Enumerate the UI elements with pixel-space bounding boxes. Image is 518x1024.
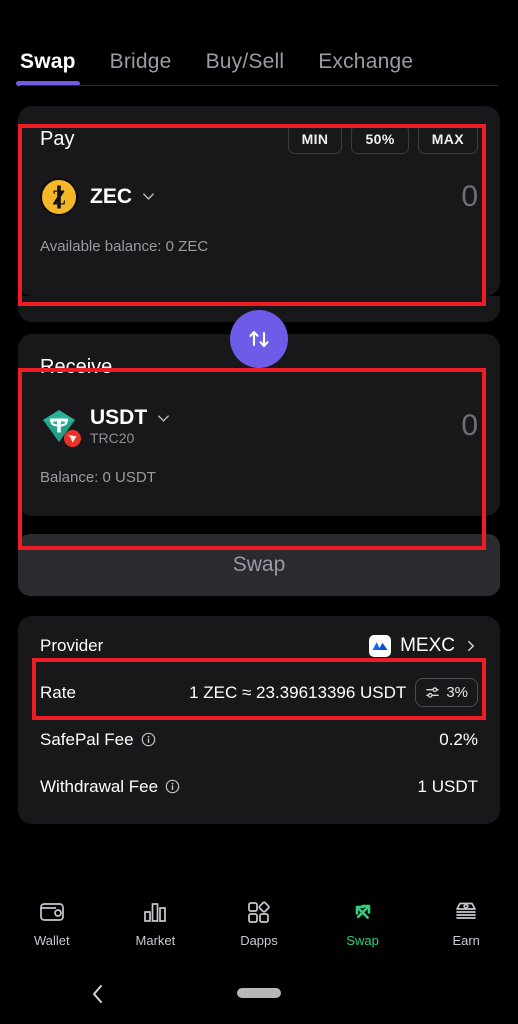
rate-row: Rate 1 ZEC ≈ 23.39613396 USDT 3% bbox=[40, 669, 478, 716]
swap-direction-icon bbox=[249, 330, 269, 348]
pay-card: Pay MIN 50% MAX Z ZEC bbox=[18, 106, 500, 296]
cash-stack-icon bbox=[456, 902, 477, 919]
info-icon[interactable] bbox=[141, 732, 156, 747]
bottom-navigation-bar: Wallet Market Dapps Swap Earn bbox=[0, 884, 518, 960]
nav-label-market: Market bbox=[135, 932, 176, 948]
tab-buy-sell-label: Buy/Sell bbox=[205, 50, 285, 73]
preset-min-button[interactable]: MIN bbox=[287, 124, 343, 154]
nav-label-dapps: Dapps bbox=[240, 932, 278, 948]
safepal-fee-label: SafePal Fee bbox=[40, 729, 134, 749]
top-tab-bar: Swap Bridge Buy/Sell Exchange bbox=[0, 0, 518, 86]
swap-direction-button[interactable] bbox=[230, 310, 288, 368]
safepal-fee-row: SafePal Fee 0.2% bbox=[40, 716, 478, 763]
usdt-tether-icon bbox=[40, 407, 81, 448]
pay-amount-presets: MIN 50% MAX bbox=[287, 124, 478, 154]
grid-shapes-icon bbox=[248, 900, 270, 923]
pay-available-balance: Available balance: 0 ZEC bbox=[40, 238, 209, 255]
receive-asset-symbol: USDT bbox=[90, 406, 148, 429]
details-card: Provider MEXC Rate 1 ZEC ≈ 23.39613396 U… bbox=[18, 616, 500, 824]
nav-item-market[interactable]: Market bbox=[109, 897, 201, 948]
nav-item-dapps[interactable]: Dapps bbox=[213, 897, 305, 948]
chevron-down-icon bbox=[143, 193, 154, 201]
receive-amount-input[interactable]: 0 bbox=[461, 409, 478, 443]
provider-value-wrap: MEXC bbox=[369, 634, 478, 657]
receive-symbol-wrap: USDT bbox=[90, 406, 171, 430]
tab-divider bbox=[20, 85, 498, 86]
slippage-setting-button[interactable]: 3% bbox=[415, 678, 478, 707]
withdrawal-fee-label: Withdrawal Fee bbox=[40, 776, 159, 796]
withdrawal-fee-label-wrap: Withdrawal Fee bbox=[40, 777, 180, 797]
nav-item-earn[interactable]: Earn bbox=[420, 897, 512, 948]
receive-title: Receive bbox=[40, 355, 113, 378]
app-screen: Swap Bridge Buy/Sell Exchange Pay MIN 50… bbox=[0, 0, 518, 1024]
slippage-value: 3% bbox=[446, 684, 468, 701]
tab-swap-label: Swap bbox=[20, 50, 76, 73]
pay-asset-selector[interactable]: Z ZEC bbox=[40, 178, 156, 216]
tab-bridge-label: Bridge bbox=[109, 50, 172, 73]
safepal-fee-label-wrap: SafePal Fee bbox=[40, 730, 156, 750]
info-icon[interactable] bbox=[165, 779, 180, 794]
receive-asset-meta: USDT TRC20 bbox=[90, 406, 171, 447]
provider-value: MEXC bbox=[400, 634, 455, 656]
pay-asset-row: Z ZEC 0 bbox=[40, 178, 478, 216]
rate-value-wrap: 1 ZEC ≈ 23.39613396 USDT 3% bbox=[189, 678, 478, 707]
tab-buy-sell[interactable]: Buy/Sell bbox=[206, 50, 285, 86]
tab-swap[interactable]: Swap bbox=[16, 50, 80, 86]
chevron-down-icon bbox=[158, 414, 170, 422]
tab-bridge[interactable]: Bridge bbox=[110, 50, 172, 86]
receive-asset-row: USDT TRC20 0 bbox=[40, 406, 478, 448]
sliders-icon bbox=[426, 687, 440, 698]
nav-label-swap: Swap bbox=[346, 932, 379, 948]
withdrawal-fee-value: 1 USDT bbox=[417, 776, 478, 796]
receive-asset-network: TRC20 bbox=[90, 430, 135, 447]
safepal-fee-value: 0.2% bbox=[439, 729, 478, 749]
mexc-logo-icon bbox=[369, 634, 392, 657]
system-back-button[interactable] bbox=[88, 982, 108, 1011]
system-home-indicator[interactable] bbox=[237, 988, 281, 998]
receive-balance: Balance: 0 USDT bbox=[40, 468, 156, 486]
tron-badge-icon bbox=[64, 430, 81, 448]
preset-50-button[interactable]: 50% bbox=[351, 124, 409, 154]
tab-exchange[interactable]: Exchange bbox=[318, 50, 413, 86]
pay-header-row: Pay MIN 50% MAX bbox=[40, 122, 478, 156]
preset-max-button[interactable]: MAX bbox=[417, 124, 478, 154]
nav-label-earn: Earn bbox=[452, 932, 480, 948]
swap-submit-button[interactable]: Swap bbox=[18, 534, 500, 596]
pay-title: Pay bbox=[40, 127, 75, 150]
wallet-icon bbox=[39, 902, 64, 921]
chevron-right-icon bbox=[468, 640, 475, 651]
chevron-left-icon bbox=[93, 985, 102, 1003]
pay-amount-input[interactable]: 0 bbox=[461, 180, 478, 214]
swap-arrows-icon bbox=[355, 904, 370, 919]
nav-label-wallet: Wallet bbox=[33, 932, 70, 948]
zec-coin-icon: Z bbox=[40, 178, 78, 216]
rate-label: Rate bbox=[40, 682, 76, 702]
rate-value: 1 ZEC ≈ 23.39613396 USDT bbox=[189, 682, 407, 702]
tab-exchange-label: Exchange bbox=[318, 50, 414, 73]
pay-symbol-wrap: ZEC bbox=[90, 185, 156, 209]
chart-bars-icon bbox=[144, 902, 167, 922]
nav-item-wallet[interactable]: Wallet bbox=[6, 897, 98, 948]
receive-asset-selector[interactable]: USDT TRC20 bbox=[40, 406, 171, 448]
nav-item-swap[interactable]: Swap bbox=[317, 897, 409, 948]
withdrawal-fee-row: Withdrawal Fee 1 USDT bbox=[40, 763, 478, 810]
provider-row[interactable]: Provider MEXC bbox=[40, 622, 478, 669]
pay-asset-symbol: ZEC bbox=[90, 184, 132, 208]
provider-label: Provider bbox=[40, 635, 104, 655]
system-navigation-bar bbox=[0, 960, 518, 1024]
